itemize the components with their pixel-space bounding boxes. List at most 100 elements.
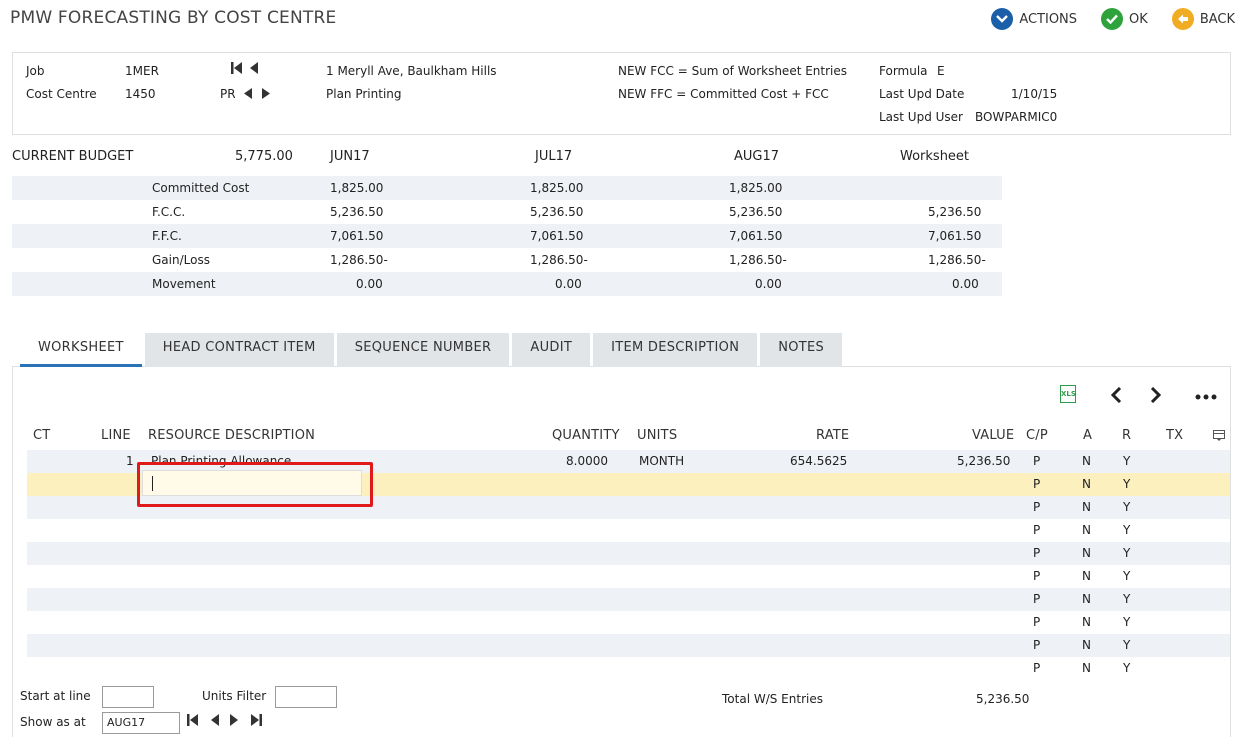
cp-cell: P	[1033, 546, 1041, 560]
table-row[interactable]: P N Y	[27, 565, 1230, 588]
table-row[interactable]: P N Y	[27, 657, 1230, 680]
budget-row-gain-loss: Gain/Loss 1,286.50- 1,286.50- 1,286.50- …	[12, 248, 1002, 272]
total-ws-entries-value: 5,236.50	[976, 692, 1030, 706]
back-button[interactable]: BACK	[1171, 8, 1235, 30]
column-units: UNITS	[637, 428, 678, 443]
tab-item-description[interactable]: ITEM DESCRIPTION	[593, 333, 758, 367]
cost-centre-label: Cost Centre	[26, 87, 97, 101]
tab-head-contract-item[interactable]: HEAD CONTRACT ITEM	[144, 333, 334, 367]
start-at-line-input[interactable]	[102, 686, 154, 708]
next-cost-centre-icon[interactable]	[262, 88, 270, 102]
back-label: BACK	[1199, 11, 1235, 27]
budget-cell: 7,061.50	[330, 229, 384, 243]
job-label: Job	[26, 64, 45, 78]
budget-cell: 5,236.50	[530, 205, 584, 219]
a-cell: N	[1082, 454, 1091, 468]
column-value: VALUE	[972, 428, 1015, 443]
budget-cell: 0.00	[755, 277, 782, 291]
tab-bar: WORKSHEET HEAD CONTRACT ITEM SEQUENCE NU…	[20, 333, 845, 367]
r-cell: Y	[1123, 546, 1131, 560]
units-filter-input[interactable]	[275, 686, 337, 708]
cp-cell: P	[1033, 661, 1041, 675]
more-options-icon[interactable]	[1195, 384, 1217, 405]
last-period-icon[interactable]	[250, 714, 262, 729]
table-row[interactable]: P N Y	[27, 588, 1230, 611]
first-job-icon[interactable]	[231, 62, 243, 77]
ok-label: OK	[1129, 11, 1148, 27]
prev-cost-centre-icon[interactable]	[244, 88, 252, 102]
column-aug17: AUG17	[734, 149, 780, 164]
cp-cell: P	[1033, 454, 1041, 468]
actions-button[interactable]: ACTIONS	[991, 8, 1077, 30]
prev-period-icon[interactable]	[210, 714, 219, 729]
job-info-panel: Job 1MER 1 Meryll Ave, Baulkham Hills NE…	[12, 52, 1231, 135]
budget-cell: 7,061.50	[729, 229, 783, 243]
column-resource-description: RESOURCE DESCRIPTION	[148, 428, 316, 443]
budget-cell: 7,061.50	[530, 229, 584, 243]
table-row[interactable]: P N Y	[27, 519, 1230, 542]
action-bar: ACTIONS OK BACK	[967, 8, 1235, 30]
ffc-formula-text: NEW FFC = Committed Cost + FCC	[618, 87, 829, 101]
budget-row-label: F.C.C.	[152, 205, 186, 219]
ok-button[interactable]: OK	[1101, 8, 1148, 30]
column-jul17: JUL17	[535, 149, 573, 164]
budget-cell: 0.00	[555, 277, 582, 291]
tab-worksheet[interactable]: WORKSHEET	[20, 333, 142, 367]
tab-sequence-number[interactable]: SEQUENCE NUMBER	[336, 333, 510, 367]
highlight-annotation	[137, 462, 373, 507]
a-cell: N	[1082, 477, 1091, 491]
budget-cell: 1,286.50-	[928, 253, 986, 267]
column-jun17: JUN17	[330, 149, 370, 164]
budget-cell: 1,825.00	[729, 181, 783, 195]
check-icon	[1101, 8, 1124, 30]
table-row[interactable]: P N Y	[27, 634, 1230, 657]
value-cell: 5,236.50	[957, 454, 1011, 468]
r-cell: Y	[1123, 592, 1131, 606]
cp-cell: P	[1033, 638, 1041, 652]
cp-cell: P	[1033, 523, 1041, 537]
cp-cell: P	[1033, 500, 1041, 514]
cp-cell: P	[1033, 592, 1041, 606]
a-cell: N	[1082, 638, 1091, 652]
show-as-at-input[interactable]: AUG17	[102, 712, 180, 734]
column-a: A	[1083, 428, 1093, 443]
table-row[interactable]: P N Y	[27, 611, 1230, 634]
budget-row-committed-cost: Committed Cost 1,825.00 1,825.00 1,825.0…	[12, 176, 1002, 200]
budget-cell: 5,236.50	[330, 205, 384, 219]
next-page-icon[interactable]	[1150, 384, 1162, 408]
actions-label: ACTIONS	[1019, 11, 1078, 27]
current-budget-label: CURRENT BUDGET	[12, 149, 134, 164]
formula-value: E	[937, 64, 945, 78]
export-xls-icon[interactable]: XLS	[1060, 385, 1076, 403]
tab-notes[interactable]: NOTES	[760, 333, 843, 367]
last-upd-date-label: Last Upd Date	[879, 87, 965, 101]
column-r: R	[1122, 428, 1132, 443]
last-upd-date-value: 1/10/15	[1011, 87, 1058, 101]
job-value: 1MER	[125, 64, 159, 78]
fcc-formula-text: NEW FCC = Sum of Worksheet Entries	[618, 64, 848, 78]
units-cell: MONTH	[639, 454, 685, 468]
budget-header-row: CURRENT BUDGET 5,775.00 JUN17 JUL17 AUG1…	[12, 146, 1002, 176]
first-period-icon[interactable]	[187, 714, 199, 729]
r-cell: Y	[1123, 454, 1131, 468]
a-cell: N	[1082, 523, 1091, 537]
column-chooser-icon[interactable]	[1213, 430, 1225, 446]
tab-audit[interactable]: AUDIT	[512, 333, 591, 367]
start-at-line-label: Start at line	[20, 689, 91, 703]
budget-cell: 1,286.50-	[530, 253, 588, 267]
prev-job-icon[interactable]	[249, 62, 258, 77]
budget-cell: 7,061.50	[928, 229, 982, 243]
cost-centre-code: PR	[220, 87, 236, 101]
table-row[interactable]: P N Y	[27, 542, 1230, 565]
next-period-icon[interactable]	[230, 714, 239, 729]
arrow-left-icon	[1171, 8, 1194, 30]
r-cell: Y	[1123, 477, 1131, 491]
budget-cell: 1,825.00	[530, 181, 584, 195]
budget-row-label: Committed Cost	[152, 181, 250, 195]
budget-row-movement: Movement 0.00 0.00 0.00 0.00	[12, 272, 1002, 296]
budget-cell: 5,236.50	[729, 205, 783, 219]
line-cell: 1	[126, 454, 134, 468]
prev-page-icon[interactable]	[1110, 384, 1122, 408]
cost-centre-description: Plan Printing	[326, 87, 402, 101]
budget-cell: 5,236.50	[928, 205, 982, 219]
